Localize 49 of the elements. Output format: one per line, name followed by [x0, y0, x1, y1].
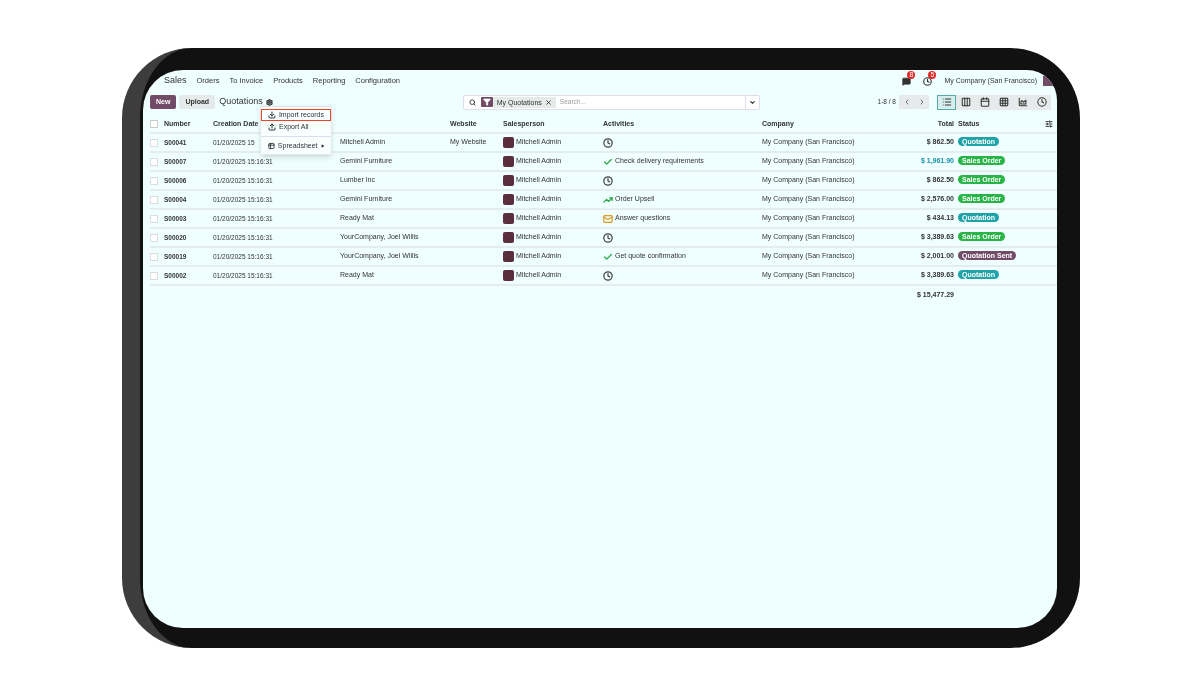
filter-icon	[480, 97, 493, 107]
row-checkbox[interactable]	[150, 252, 158, 261]
view-switcher-button[interactable]	[1032, 94, 1051, 110]
submenu-arrow-icon	[320, 144, 324, 148]
columns-icon	[960, 97, 971, 107]
clock-icon	[603, 232, 613, 243]
avatar-icon	[503, 194, 514, 205]
area-chart-icon	[1017, 97, 1028, 107]
row-checkbox[interactable]	[150, 138, 158, 147]
table-icon	[268, 142, 275, 150]
avatar-icon	[503, 232, 514, 243]
check-icon	[603, 156, 613, 167]
row-checkbox[interactable]	[150, 214, 158, 223]
calendar-icon	[979, 97, 990, 107]
column-settings-icon[interactable]	[1045, 120, 1053, 128]
page-title: Quotations	[219, 95, 263, 109]
clock-icon	[1036, 97, 1047, 107]
row-checkbox[interactable]	[150, 157, 158, 166]
download-icon	[268, 111, 276, 119]
row-checkbox[interactable]	[150, 195, 158, 204]
chart-icon	[603, 194, 613, 205]
row-checkbox[interactable]	[150, 233, 158, 242]
avatar-icon	[503, 251, 514, 262]
view-switcher-button[interactable]	[956, 94, 975, 110]
avatar-icon	[503, 175, 514, 186]
settings-icon[interactable]	[265, 98, 273, 106]
search-icon	[468, 98, 476, 106]
select-all-checkbox[interactable]	[150, 120, 158, 128]
caret-icon	[748, 98, 756, 106]
avatar-icon	[503, 137, 514, 148]
chat-icon[interactable]	[902, 76, 912, 86]
clock-icon[interactable]	[923, 76, 933, 86]
check-icon	[603, 251, 613, 262]
row-checkbox[interactable]	[150, 271, 158, 280]
clock-icon	[603, 270, 613, 281]
row-checkbox[interactable]	[150, 176, 158, 185]
avatar-icon	[503, 270, 514, 281]
close-icon[interactable]	[544, 98, 552, 106]
view-switcher-button[interactable]	[937, 94, 956, 110]
avatar-icon	[503, 213, 514, 224]
avatar-icon[interactable]	[1043, 76, 1053, 86]
envelope-icon	[603, 213, 613, 224]
app-title[interactable]: Sales	[164, 74, 187, 88]
list-icon	[941, 97, 952, 107]
clock-icon	[603, 175, 613, 186]
avatar-icon	[503, 156, 514, 167]
upload-icon	[268, 123, 276, 131]
grid-icon	[998, 97, 1009, 107]
clock-icon	[603, 137, 613, 148]
